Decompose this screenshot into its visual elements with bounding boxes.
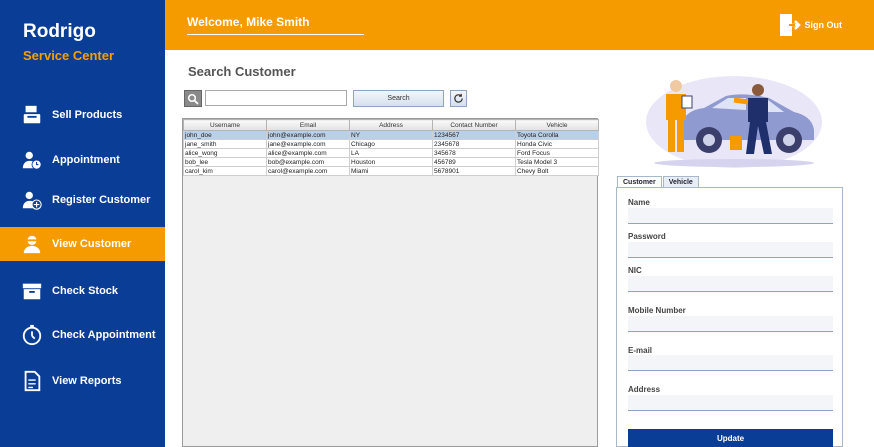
refresh-button[interactable] (450, 90, 467, 107)
password-field[interactable] (628, 242, 833, 258)
table-cell: bob@example.com (266, 157, 350, 167)
table-cell: 1234567 (432, 130, 516, 140)
table-cell: john@example.com (266, 130, 350, 140)
customer-form: Name Password NIC Mobile Number E-mail A… (616, 187, 843, 447)
user-view-icon (20, 232, 44, 256)
page-title: Search Customer (188, 64, 296, 79)
table-row[interactable]: bob_lee bob@example.com Houston 456789 T… (183, 157, 599, 167)
customer-table: Username Email Address Contact Number Ve… (183, 119, 599, 176)
table-cell: 345678 (432, 148, 516, 158)
sidebar-item-label: Check Stock (52, 285, 119, 297)
user-plus-icon (20, 188, 44, 212)
password-label: Password (628, 232, 666, 241)
column-header-address[interactable]: Address (349, 119, 433, 131)
name-field[interactable] (628, 208, 833, 224)
table-header-row: Username Email Address Contact Number Ve… (183, 119, 599, 131)
sidebar-item-check-stock[interactable]: Check Stock (0, 274, 165, 308)
update-button[interactable]: Update (628, 429, 833, 447)
mobile-number-field[interactable] (628, 316, 833, 332)
search-icon-button[interactable] (184, 90, 202, 107)
sign-out-icon (779, 14, 801, 36)
table-cell: carol@example.com (266, 166, 350, 176)
sidebar-item-label: Appointment (52, 154, 120, 166)
table-cell: Miami (349, 166, 433, 176)
sign-out-button[interactable]: Sign Out (779, 13, 843, 37)
table-cell: Toyota Corolla (515, 130, 599, 140)
brand-subtitle: Service Center (23, 48, 115, 63)
brand-title: Rodrigo (23, 21, 96, 42)
table-cell: Houston (349, 157, 433, 167)
table-cell: Chicago (349, 139, 433, 149)
table-cell: Tesla Model 3 (515, 157, 599, 167)
welcome-underline (187, 34, 364, 35)
table-cell: 2345678 (432, 139, 516, 149)
welcome-text: Welcome, Mike Smith (187, 15, 310, 29)
top-header: Welcome, Mike Smith Sign Out (165, 0, 874, 50)
table-cell: carol_kim (183, 166, 267, 176)
sidebar-item-label: Sell Products (52, 109, 123, 121)
customer-table-area: Username Email Address Contact Number Ve… (182, 118, 599, 447)
sidebar-item-check-appointment[interactable]: Check Appointment (0, 318, 165, 352)
table-cell: NY (349, 130, 433, 140)
mechanic-illustration (646, 76, 822, 168)
cash-register-icon (20, 103, 44, 127)
table-cell: LA (349, 148, 433, 158)
table-cell: 5678901 (432, 166, 516, 176)
sidebar-item-register-customer[interactable]: Register Customer (0, 183, 165, 217)
sidebar-item-label: Register Customer (52, 194, 151, 206)
box-icon (20, 279, 44, 303)
search-icon (187, 93, 199, 105)
sidebar-item-label: View Reports (52, 375, 122, 387)
table-cell: bob_lee (183, 157, 267, 167)
search-button[interactable]: Search (353, 90, 444, 107)
mobile-number-label: Mobile Number (628, 306, 686, 315)
table-cell: alice_wong (183, 148, 267, 158)
name-label: Name (628, 198, 650, 207)
table-cell: jane_smith (183, 139, 267, 149)
table-cell: jane@example.com (266, 139, 350, 149)
table-cell: Chevy Bolt (515, 166, 599, 176)
sidebar-item-label: Check Appointment (52, 329, 156, 341)
table-cell: Honda Civic (515, 139, 599, 149)
user-clock-icon (20, 148, 44, 172)
table-cell: john_doe (183, 130, 267, 140)
search-input[interactable] (205, 90, 347, 106)
sign-out-label: Sign Out (804, 20, 843, 30)
column-header-username[interactable]: Username (183, 119, 267, 131)
table-row[interactable]: jane_smith jane@example.com Chicago 2345… (183, 139, 599, 149)
sidebar-item-sell-products[interactable]: Sell Products (0, 98, 165, 132)
email-label: E-mail (628, 346, 653, 355)
table-cell: Ford Focus (515, 148, 599, 158)
nic-label: NIC (628, 266, 642, 275)
sidebar: Rodrigo Service Center Sell Products App… (0, 0, 165, 447)
sidebar-item-label: View Customer (52, 238, 132, 250)
sidebar-item-appointment[interactable]: Appointment (0, 143, 165, 177)
column-header-email[interactable]: Email (266, 119, 350, 131)
stopwatch-icon (20, 323, 44, 347)
report-icon (20, 369, 44, 393)
table-cell: 456789 (432, 157, 516, 167)
table-row[interactable]: alice_wong alice@example.com LA 345678 F… (183, 148, 599, 158)
column-header-vehicle[interactable]: Vehicle (515, 119, 599, 131)
table-row[interactable]: carol_kim carol@example.com Miami 567890… (183, 166, 599, 176)
table-row[interactable]: john_doe john@example.com NY 1234567 Toy… (183, 130, 599, 140)
refresh-icon (454, 93, 463, 103)
column-header-contact[interactable]: Contact Number (432, 119, 516, 131)
address-field[interactable] (628, 395, 833, 411)
table-cell: alice@example.com (266, 148, 350, 158)
sidebar-item-view-reports[interactable]: View Reports (0, 364, 165, 398)
address-label: Address (628, 385, 661, 394)
nic-field[interactable] (628, 276, 833, 292)
email-field[interactable] (628, 355, 833, 371)
sidebar-item-view-customer[interactable]: View Customer (0, 227, 165, 261)
